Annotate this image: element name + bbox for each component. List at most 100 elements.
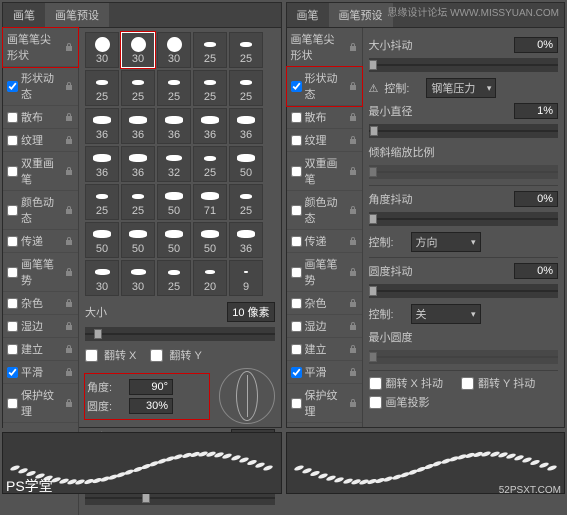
- lock-icon[interactable]: [348, 205, 358, 215]
- lock-icon[interactable]: [64, 367, 74, 377]
- option-check-wetEdges[interactable]: [291, 321, 302, 332]
- option-transfer[interactable]: 传递: [287, 230, 362, 253]
- angle-jitter-slider[interactable]: [369, 212, 559, 226]
- option-noise[interactable]: 杂色: [287, 292, 362, 315]
- option-texture[interactable]: 纹理: [3, 129, 78, 152]
- lock-icon[interactable]: [348, 267, 358, 277]
- brush-preset[interactable]: 50: [229, 146, 263, 182]
- brush-preset[interactable]: 25: [157, 260, 191, 296]
- min-diam-value[interactable]: 1%: [514, 103, 558, 119]
- option-check-protectTexture[interactable]: [7, 398, 18, 409]
- lock-icon[interactable]: [348, 236, 358, 246]
- flip-y-jitter-check[interactable]: [461, 377, 474, 390]
- angle-value[interactable]: 90°: [129, 379, 173, 395]
- brush-preset[interactable]: 25: [121, 70, 155, 106]
- flip-x-check[interactable]: [85, 349, 98, 362]
- option-check-dualBrush[interactable]: [291, 166, 302, 177]
- control-dropdown-3[interactable]: 关: [411, 304, 481, 324]
- brush-preset[interactable]: 25: [229, 70, 263, 106]
- round-jitter-value[interactable]: 0%: [514, 263, 558, 279]
- option-tipShape[interactable]: 画笔笔尖形状: [287, 28, 362, 67]
- lock-icon[interactable]: [64, 298, 74, 308]
- brush-preset[interactable]: 30: [85, 260, 119, 296]
- brush-preset[interactable]: 30: [85, 32, 119, 68]
- lock-icon[interactable]: [348, 135, 358, 145]
- round-jitter-slider[interactable]: [369, 284, 559, 298]
- option-dualBrush[interactable]: 双重画笔: [287, 152, 362, 191]
- option-check-scattering[interactable]: [7, 112, 18, 123]
- option-texture[interactable]: 纹理: [287, 129, 362, 152]
- brush-preset[interactable]: 25: [193, 70, 227, 106]
- brush-preset[interactable]: 50: [157, 184, 191, 220]
- lock-icon[interactable]: [64, 81, 74, 91]
- size-slider[interactable]: [85, 327, 275, 341]
- brush-preset[interactable]: 25: [229, 184, 263, 220]
- option-protectTexture[interactable]: 保护纹理: [287, 384, 362, 423]
- lock-icon[interactable]: [348, 344, 358, 354]
- brush-preset[interactable]: 30: [121, 260, 155, 296]
- option-dualBrush[interactable]: 双重画笔: [3, 152, 78, 191]
- option-check-noise[interactable]: [7, 298, 18, 309]
- brush-preset[interactable]: 25: [193, 146, 227, 182]
- option-wetEdges[interactable]: 湿边: [3, 315, 78, 338]
- lock-icon[interactable]: [64, 236, 74, 246]
- option-check-transfer[interactable]: [291, 236, 302, 247]
- option-check-colorDynamics[interactable]: [7, 205, 18, 216]
- option-smoothing[interactable]: 平滑: [3, 361, 78, 384]
- option-check-protectTexture[interactable]: [291, 398, 302, 409]
- control-dropdown-1[interactable]: 钢笔压力: [426, 78, 496, 98]
- brush-preset[interactable]: 36: [121, 146, 155, 182]
- lock-icon[interactable]: [348, 42, 358, 52]
- brush-preset[interactable]: 36: [157, 108, 191, 144]
- option-transfer[interactable]: 传递: [3, 230, 78, 253]
- lock-icon[interactable]: [348, 321, 358, 331]
- option-wetEdges[interactable]: 湿边: [287, 315, 362, 338]
- flip-x-jitter-check[interactable]: [369, 377, 382, 390]
- brush-preset[interactable]: 50: [193, 222, 227, 258]
- option-buildup[interactable]: 建立: [3, 338, 78, 361]
- size-value[interactable]: 10 像素: [227, 302, 274, 322]
- roundness-value[interactable]: 30%: [129, 398, 173, 414]
- size-jitter-value[interactable]: 0%: [514, 37, 558, 53]
- option-noise[interactable]: 杂色: [3, 292, 78, 315]
- brush-preset[interactable]: 32: [157, 146, 191, 182]
- lock-icon[interactable]: [348, 81, 358, 91]
- option-protectTexture[interactable]: 保护纹理: [3, 384, 78, 423]
- tab-presets[interactable]: 画笔预设: [45, 3, 109, 27]
- brush-preset[interactable]: 36: [229, 222, 263, 258]
- lock-icon[interactable]: [348, 398, 358, 408]
- brush-preset[interactable]: 36: [229, 108, 263, 144]
- lock-icon[interactable]: [64, 267, 74, 277]
- option-check-brushPose[interactable]: [291, 267, 302, 278]
- brush-preset[interactable]: 36: [85, 146, 119, 182]
- lock-icon[interactable]: [64, 321, 74, 331]
- option-check-scattering[interactable]: [291, 112, 302, 123]
- option-check-texture[interactable]: [291, 135, 302, 146]
- option-check-buildup[interactable]: [7, 344, 18, 355]
- option-check-texture[interactable]: [7, 135, 18, 146]
- lock-icon[interactable]: [64, 166, 74, 176]
- brush-preset[interactable]: 50: [85, 222, 119, 258]
- brush-preset[interactable]: 71: [193, 184, 227, 220]
- brush-preset[interactable]: 50: [157, 222, 191, 258]
- lock-icon[interactable]: [64, 42, 74, 52]
- angle-control[interactable]: [219, 368, 275, 424]
- option-colorDynamics[interactable]: 颜色动态: [3, 191, 78, 230]
- option-buildup[interactable]: 建立: [287, 338, 362, 361]
- option-check-wetEdges[interactable]: [7, 321, 18, 332]
- brush-preset[interactable]: 30: [121, 32, 155, 68]
- brush-preset[interactable]: 25: [157, 70, 191, 106]
- option-check-shapeDynamics[interactable]: [7, 81, 18, 92]
- brush-preset[interactable]: 25: [121, 184, 155, 220]
- brush-preset[interactable]: 36: [193, 108, 227, 144]
- lock-icon[interactable]: [348, 367, 358, 377]
- lock-icon[interactable]: [348, 166, 358, 176]
- tab-brush-r[interactable]: 画笔: [287, 3, 329, 27]
- brush-preset[interactable]: 25: [85, 70, 119, 106]
- option-check-brushPose[interactable]: [7, 267, 18, 278]
- option-check-smoothing[interactable]: [7, 367, 18, 378]
- control-dropdown-2[interactable]: 方向: [411, 232, 481, 252]
- brush-preset[interactable]: 20: [193, 260, 227, 296]
- option-scattering[interactable]: 散布: [3, 106, 78, 129]
- option-colorDynamics[interactable]: 颜色动态: [287, 191, 362, 230]
